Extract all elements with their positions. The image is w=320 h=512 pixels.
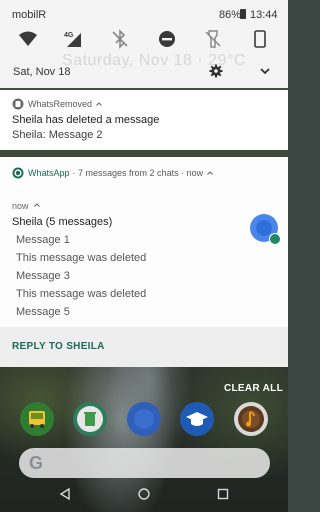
battery-icon [240, 9, 246, 19]
reply-button[interactable]: REPLY TO SHEILA [12, 341, 105, 352]
status-bar: mobilR 86% 13:44 [0, 0, 288, 28]
notification-whatsapp[interactable]: WhatsApp · 7 messages from 2 chats · now… [0, 157, 288, 367]
rotation-portrait-icon[interactable] [250, 29, 270, 49]
clear-all-button[interactable]: CLEAR ALL [224, 383, 283, 394]
message-item: Message 3 [16, 270, 70, 282]
message-item: Message 1 [16, 234, 70, 246]
back-icon[interactable] [58, 487, 72, 501]
bus-icon [29, 411, 45, 428]
google-g-icon: G [29, 453, 44, 473]
notification-whatsremoved[interactable]: WhatsRemoved Sheila has deleted a messag… [0, 90, 288, 150]
notification-text: Sheila: Message 2 [12, 129, 103, 141]
whatsapp-icon [12, 167, 24, 179]
time-text: now [12, 201, 29, 211]
notification-header: WhatsApp · 7 messages from 2 chats · now [12, 167, 214, 179]
recents-icon[interactable] [216, 487, 230, 501]
gear-icon[interactable] [209, 64, 223, 78]
message-item: This message was deleted [16, 288, 147, 300]
chevron-up-icon[interactable] [206, 169, 214, 177]
music-note-icon [238, 406, 264, 432]
flashlight-off-icon[interactable] [203, 29, 223, 49]
bluetooth-off-icon[interactable] [110, 29, 130, 49]
trash-app-icon[interactable] [73, 402, 107, 436]
chevron-up-icon[interactable] [33, 201, 41, 209]
whatsremoved-app-icon [12, 98, 24, 110]
trash-icon [77, 406, 103, 432]
whatsapp-badge-icon [269, 233, 281, 245]
svg-text:4G: 4G [64, 32, 74, 39]
notification-header: WhatsRemoved [12, 98, 103, 110]
do-not-disturb-icon[interactable] [157, 29, 177, 49]
conversation-time: now [12, 201, 41, 211]
quick-settings-panel: mobilR 86% 13:44 4G Saturday, Nov 18 · 2… [0, 0, 288, 88]
qs-date: Sat, Nov 18 [13, 66, 71, 78]
message-item: Message 5 [16, 306, 70, 318]
status-clock: 13:44 [250, 9, 278, 21]
message-item: This message was deleted [16, 252, 147, 264]
music-app-icon[interactable] [234, 402, 268, 436]
education-app-icon[interactable] [180, 402, 214, 436]
notification-actions: REPLY TO SHEILA [0, 327, 288, 367]
notification-title: Sheila has deleted a message [12, 114, 160, 126]
conversation-title: Sheila (5 messages) [12, 216, 113, 228]
blue-app-icon[interactable] [127, 402, 161, 436]
battery-percentage: 86% [219, 9, 242, 21]
carrier-name: mobilR [12, 9, 47, 21]
home-icon[interactable] [137, 487, 151, 501]
wifi-icon[interactable] [18, 29, 38, 49]
chevron-up-icon[interactable] [95, 100, 103, 108]
app-name: WhatsApp [28, 168, 70, 178]
chevron-down-icon[interactable] [258, 65, 272, 77]
graduation-cap-icon [186, 412, 208, 426]
mobile-data-4g-icon[interactable]: 4G [64, 29, 84, 49]
google-search-bar[interactable]: G [19, 448, 270, 478]
circle-app-icon [134, 409, 154, 429]
notification-summary: · 7 messages from 2 chats · now [72, 168, 204, 178]
bus-app-icon[interactable] [20, 402, 54, 436]
app-name: WhatsRemoved [28, 99, 93, 109]
